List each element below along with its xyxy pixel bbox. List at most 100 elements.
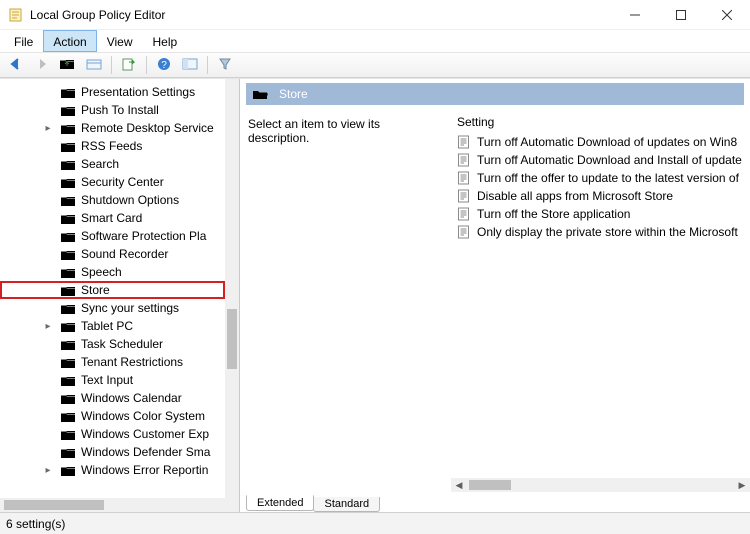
tree-item-shutdown-options[interactable]: Shutdown Options — [0, 191, 225, 209]
tree-item-label: Windows Customer Exp — [81, 427, 209, 441]
tree-item-sync-your-settings[interactable]: Sync your settings — [0, 299, 225, 317]
tree-item-windows-customer-exp[interactable]: Windows Customer Exp — [0, 425, 225, 443]
tree-item-label: Sound Recorder — [81, 247, 168, 261]
close-button[interactable] — [704, 0, 750, 30]
tree-item-label: Push To Install — [81, 103, 159, 117]
tabs-row: ExtendedStandard — [240, 492, 750, 512]
tree-item-remote-desktop-service[interactable]: Remote Desktop Service — [0, 119, 225, 137]
menu-action[interactable]: Action — [43, 30, 96, 52]
tree-item-windows-defender-sma[interactable]: Windows Defender Sma — [0, 443, 225, 461]
scroll-left-icon[interactable]: ◀ — [451, 478, 467, 492]
tree-item-task-scheduler[interactable]: Task Scheduler — [0, 335, 225, 353]
toolbar-separator — [207, 56, 208, 74]
statusbar: 6 setting(s) — [0, 512, 750, 534]
tree-item-security-center[interactable]: Security Center — [0, 173, 225, 191]
tree-item-rss-feeds[interactable]: RSS Feeds — [0, 137, 225, 155]
setting-label: Only display the private store within th… — [477, 225, 738, 239]
scroll-corner — [225, 498, 239, 512]
tree-item-label: Text Input — [81, 373, 133, 387]
tab-extended[interactable]: Extended — [246, 495, 314, 511]
properties-button[interactable] — [82, 54, 106, 76]
titlebar: Local Group Policy Editor — [0, 0, 750, 30]
tree-item-label: RSS Feeds — [81, 139, 142, 153]
scroll-right-icon[interactable]: ▶ — [734, 478, 750, 492]
help-icon: ? — [157, 57, 171, 74]
setting-item[interactable]: Turn off Automatic Download and Install … — [457, 151, 744, 169]
tree-item-tenant-restrictions[interactable]: Tenant Restrictions — [0, 353, 225, 371]
maximize-button[interactable] — [658, 0, 704, 30]
folder-icon — [60, 176, 76, 189]
toolbar-separator — [111, 56, 112, 74]
tree-item-store[interactable]: Store — [0, 281, 225, 299]
setting-label: Turn off the Store application — [477, 207, 630, 221]
tree-item-speech[interactable]: Speech — [0, 263, 225, 281]
setting-item[interactable]: Turn off the Store application — [457, 205, 744, 223]
scrollbar-thumb[interactable] — [4, 500, 104, 510]
tree-item-smart-card[interactable]: Smart Card — [0, 209, 225, 227]
folder-icon — [60, 158, 76, 171]
folder-icon — [60, 302, 76, 315]
up-folder-button[interactable] — [56, 54, 80, 76]
scrollbar-thumb[interactable] — [469, 480, 511, 490]
settings-list[interactable]: Turn off Automatic Download of updates o… — [451, 133, 750, 241]
tree-item-windows-color-system[interactable]: Windows Color System — [0, 407, 225, 425]
filter-button[interactable] — [213, 54, 237, 76]
nav-forward-button[interactable] — [30, 54, 54, 76]
chevron-right-icon[interactable] — [42, 465, 54, 476]
tree-vertical-scrollbar[interactable] — [225, 79, 239, 498]
folder-icon — [60, 338, 76, 351]
main-area: Presentation Settings Push To Install Remo… — [0, 78, 750, 512]
filter-icon — [218, 57, 232, 74]
nav-back-button[interactable] — [4, 54, 28, 76]
policy-icon — [457, 171, 471, 185]
tree-horizontal-scrollbar[interactable] — [0, 498, 225, 512]
folder-icon — [60, 140, 76, 153]
setting-item[interactable]: Turn off the offer to update to the late… — [457, 169, 744, 187]
chevron-right-icon[interactable] — [42, 123, 54, 134]
scrollbar-thumb[interactable] — [227, 309, 237, 369]
setting-item[interactable]: Turn off Automatic Download of updates o… — [457, 133, 744, 151]
folder-icon — [60, 374, 76, 387]
folder-icon — [60, 392, 76, 405]
tree-item-label: Windows Calendar — [81, 391, 182, 405]
policy-icon — [457, 225, 471, 239]
export-button[interactable] — [117, 54, 141, 76]
tree-item-search[interactable]: Search — [0, 155, 225, 173]
tree-item-presentation-settings[interactable]: Presentation Settings — [0, 83, 225, 101]
detail-horizontal-scrollbar[interactable]: ◀ ▶ — [451, 478, 750, 492]
export-icon — [121, 57, 137, 74]
toolbar-separator — [146, 56, 147, 74]
tree-list[interactable]: Presentation Settings Push To Install Remo… — [0, 79, 225, 498]
menu-file[interactable]: File — [4, 30, 43, 52]
menu-help[interactable]: Help — [143, 30, 188, 52]
tree-item-tablet-pc[interactable]: Tablet PC — [0, 317, 225, 335]
setting-item[interactable]: Only display the private store within th… — [457, 223, 744, 241]
detail-settings-area: Setting Turn off Automatic Download of u… — [451, 111, 750, 492]
tree-item-label: Windows Color System — [81, 409, 205, 423]
tree-item-sound-recorder[interactable]: Sound Recorder — [0, 245, 225, 263]
up-folder-icon — [59, 57, 77, 74]
tab-standard[interactable]: Standard — [313, 497, 380, 512]
setting-item[interactable]: Disable all apps from Microsoft Store — [457, 187, 744, 205]
menu-view[interactable]: View — [97, 30, 143, 52]
minimize-button[interactable] — [612, 0, 658, 30]
tree-pane: Presentation Settings Push To Install Remo… — [0, 79, 240, 512]
tree-item-label: Shutdown Options — [81, 193, 179, 207]
setting-label: Turn off the offer to update to the late… — [477, 171, 739, 185]
chevron-right-icon[interactable] — [42, 321, 54, 332]
show-hide-button[interactable] — [178, 54, 202, 76]
column-header-setting[interactable]: Setting — [451, 111, 750, 133]
tree-item-windows-error-reportin[interactable]: Windows Error Reportin — [0, 461, 225, 479]
tree-item-text-input[interactable]: Text Input — [0, 371, 225, 389]
tree-item-label: Software Protection Pla — [81, 229, 206, 243]
help-button[interactable]: ? — [152, 54, 176, 76]
policy-icon — [457, 135, 471, 149]
folder-icon — [60, 428, 76, 441]
tree-item-windows-calendar[interactable]: Windows Calendar — [0, 389, 225, 407]
tree-item-software-protection-pla[interactable]: Software Protection Pla — [0, 227, 225, 245]
detail-description-area: Select an item to view its description. — [246, 111, 451, 492]
tree-body: Presentation Settings Push To Install Remo… — [0, 79, 239, 512]
setting-label: Disable all apps from Microsoft Store — [477, 189, 673, 203]
tree-item-push-to-install[interactable]: Push To Install — [0, 101, 225, 119]
detail-header-title: Store — [279, 87, 308, 101]
